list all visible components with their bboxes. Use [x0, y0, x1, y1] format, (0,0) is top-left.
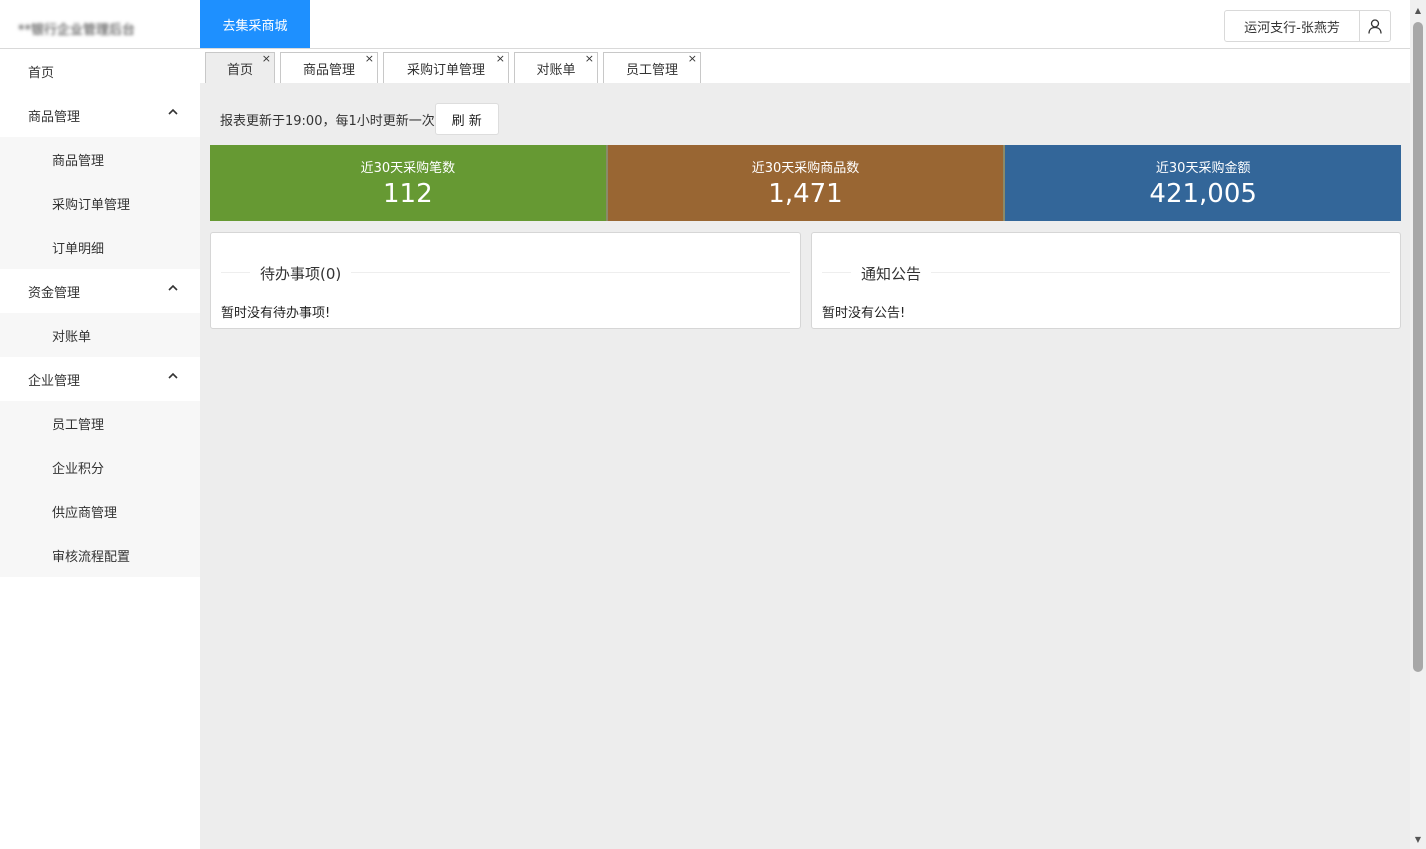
- close-icon[interactable]: ×: [688, 52, 697, 66]
- submenu-enterprise: 员工管理 企业积分 供应商管理 审核流程配置: [0, 401, 200, 577]
- user-icon[interactable]: [1360, 11, 1390, 41]
- todo-title: 待办事项(0): [250, 263, 352, 284]
- tab-label: 商品管理: [302, 62, 355, 78]
- report-refresh-row: 报表更新于19:00，每1小时更新一次 刷 新: [220, 103, 499, 135]
- sidebar-item-points[interactable]: 企业积分: [0, 445, 200, 489]
- tab-employees[interactable]: 员工管理 ×: [603, 52, 701, 83]
- tab-label: 首页: [226, 62, 253, 78]
- notice-panel: 通知公告 暂时没有公告!: [811, 232, 1401, 329]
- user-menu[interactable]: 运河支行-张燕芳: [1224, 10, 1391, 42]
- close-icon[interactable]: ×: [365, 52, 374, 66]
- stat-goods-count: 近30天采购商品数 1,471: [605, 145, 1004, 221]
- stat-purchase-count: 近30天采购笔数 112: [210, 145, 606, 221]
- top-bar: **银行企业管理后台 去集采商城 运河支行-张燕芳: [0, 0, 1410, 49]
- tab-purchase-orders[interactable]: 采购订单管理 ×: [383, 52, 509, 83]
- scroll-down-arrow-icon[interactable]: ▼: [1410, 831, 1426, 847]
- sidebar-group-enterprise[interactable]: 企业管理: [0, 357, 200, 401]
- tab-bar: 首页 × 商品管理 × 采购订单管理 × 对账单 × 员工管理 ×: [200, 49, 1410, 83]
- stat-label: 近30天采购商品数: [751, 160, 860, 176]
- tab-label: 对账单: [536, 62, 576, 78]
- sidebar-item-employees[interactable]: 员工管理: [0, 401, 200, 445]
- close-icon[interactable]: ×: [262, 52, 271, 66]
- todo-title-row: 待办事项(0): [221, 263, 790, 284]
- chevron-up-icon: [168, 108, 178, 115]
- chevron-up-icon: [168, 284, 178, 291]
- stat-label: 近30天采购笔数: [360, 160, 456, 176]
- notice-empty-text: 暂时没有公告!: [822, 306, 906, 321]
- report-update-text: 报表更新于19:00，每1小时更新一次: [220, 113, 435, 129]
- go-to-mall-button[interactable]: 去集采商城: [200, 0, 310, 48]
- todo-empty-text: 暂时没有待办事项!: [221, 306, 331, 321]
- sidebar-group-label: 商品管理: [28, 109, 81, 125]
- todo-panel: 待办事项(0) 暂时没有待办事项!: [210, 232, 801, 329]
- stat-purchase-amount: 近30天采购金额 421,005: [1003, 145, 1402, 221]
- refresh-button[interactable]: 刷 新: [434, 103, 499, 135]
- user-name[interactable]: 运河支行-张燕芳: [1225, 11, 1360, 41]
- stat-label: 近30天采购金额: [1155, 160, 1251, 176]
- close-icon[interactable]: ×: [496, 52, 505, 66]
- sidebar-item-suppliers[interactable]: 供应商管理: [0, 489, 200, 533]
- stat-value: 421,005: [1149, 178, 1257, 209]
- sidebar-menu: 首页 商品管理 商品管理 采购订单管理 订单明细 资金管理 对账单 企业管理 员…: [0, 49, 200, 849]
- notice-title: 通知公告: [851, 263, 932, 284]
- app-logo-text: **银行企业管理后台: [18, 23, 136, 35]
- tab-goods-management[interactable]: 商品管理 ×: [280, 52, 378, 83]
- sidebar-item-approval-flow[interactable]: 审核流程配置: [0, 533, 200, 577]
- tab-label: 采购订单管理: [406, 62, 485, 78]
- sidebar-item-purchase-orders[interactable]: 采购订单管理: [0, 181, 200, 225]
- stat-value: 1,471: [768, 178, 843, 209]
- sidebar-item-statement[interactable]: 对账单: [0, 313, 200, 357]
- sidebar-group-label: 资金管理: [28, 285, 81, 301]
- stat-value: 112: [383, 178, 433, 209]
- submenu-goods: 商品管理 采购订单管理 订单明细: [0, 137, 200, 269]
- stats-row: 近30天采购笔数 112 近30天采购商品数 1,471 近30天采购金额 42…: [210, 145, 1402, 221]
- close-icon[interactable]: ×: [585, 52, 594, 66]
- sidebar-item-order-details[interactable]: 订单明细: [0, 225, 200, 269]
- tab-label: 员工管理: [625, 62, 678, 78]
- notice-title-row: 通知公告: [822, 263, 1390, 284]
- page-scrollbar[interactable]: ▲ ▼: [1410, 0, 1426, 849]
- sidebar-item-home[interactable]: 首页: [0, 49, 200, 93]
- scrollbar-thumb[interactable]: [1413, 22, 1423, 672]
- sidebar-group-goods[interactable]: 商品管理: [0, 93, 200, 137]
- sidebar-group-funds[interactable]: 资金管理: [0, 269, 200, 313]
- chevron-up-icon: [168, 372, 178, 379]
- submenu-funds: 对账单: [0, 313, 200, 357]
- scroll-up-arrow-icon[interactable]: ▲: [1410, 2, 1426, 18]
- tab-statement[interactable]: 对账单 ×: [514, 52, 598, 83]
- sidebar-item-goods-management[interactable]: 商品管理: [0, 137, 200, 181]
- sidebar-group-label: 企业管理: [28, 373, 81, 389]
- tab-home[interactable]: 首页 ×: [205, 52, 275, 83]
